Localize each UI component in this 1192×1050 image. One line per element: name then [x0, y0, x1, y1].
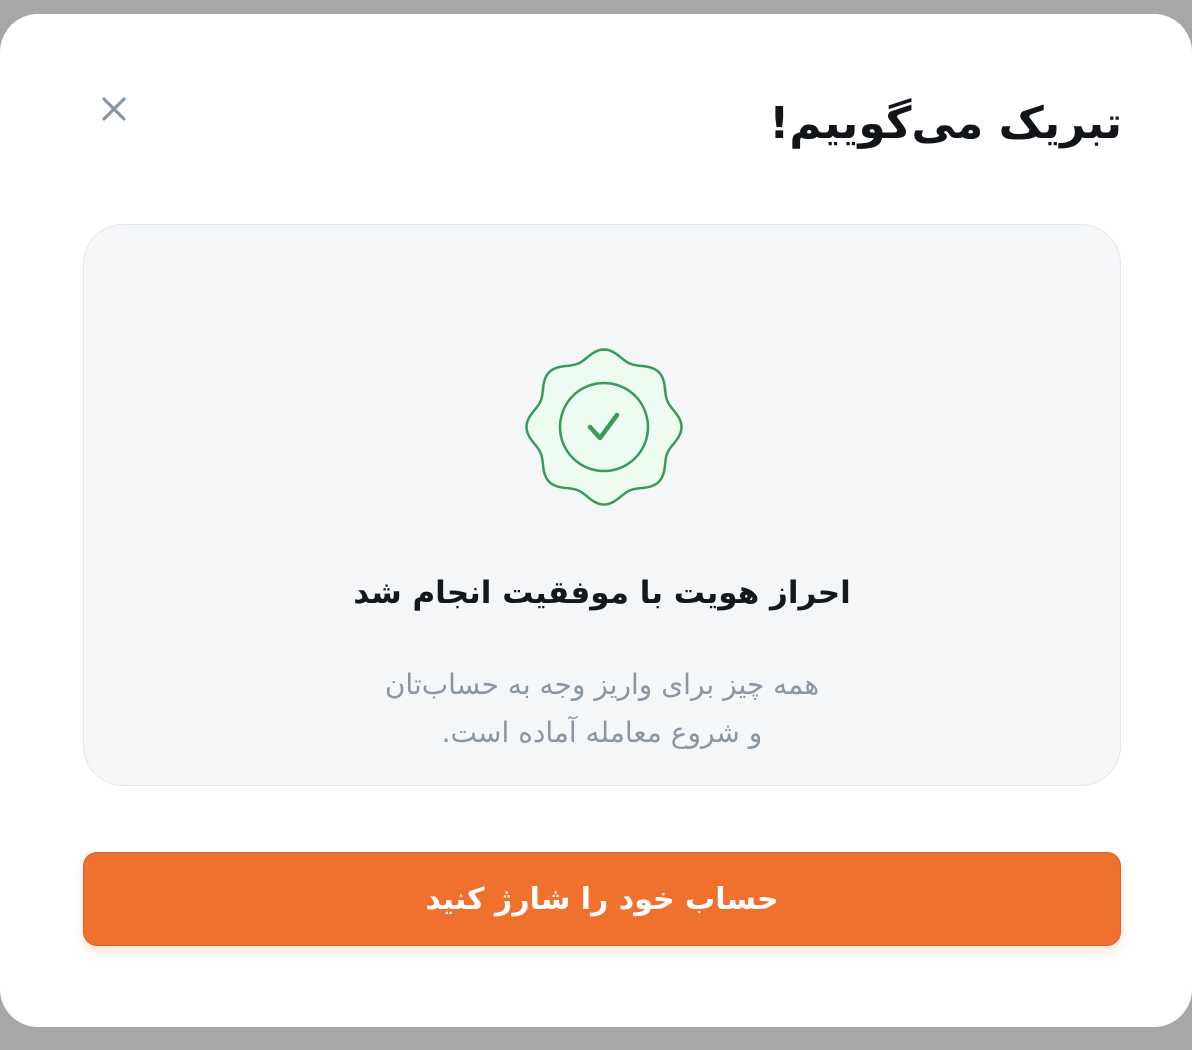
charge-account-button[interactable]: حساب خود را شارژ کنید	[83, 852, 1121, 946]
close-button[interactable]	[92, 92, 136, 130]
success-modal: تبریک می‌گوییم! احراز هویت با موفقیت انج…	[0, 14, 1192, 1027]
description-line-1: همه چیز برای واریز وجه به حساب‌تان	[384, 668, 820, 701]
verified-badge-check-icon	[525, 348, 683, 506]
verification-description: همه چیز برای واریز وجه به حساب‌تان و شرو…	[84, 661, 1120, 757]
modal-header: تبریک می‌گوییم!	[0, 14, 1192, 214]
verification-title: احراز هویت با موفقیت انجام شد	[353, 575, 851, 611]
description-line-2: و شروع معامله آماده است.	[441, 716, 763, 749]
modal-title: تبریک می‌گوییم!	[769, 98, 1122, 149]
badge-inner-ring	[558, 381, 650, 473]
close-icon	[102, 97, 126, 121]
verification-success-card: احراز هویت با موفقیت انجام شد همه چیز بر…	[83, 224, 1121, 786]
